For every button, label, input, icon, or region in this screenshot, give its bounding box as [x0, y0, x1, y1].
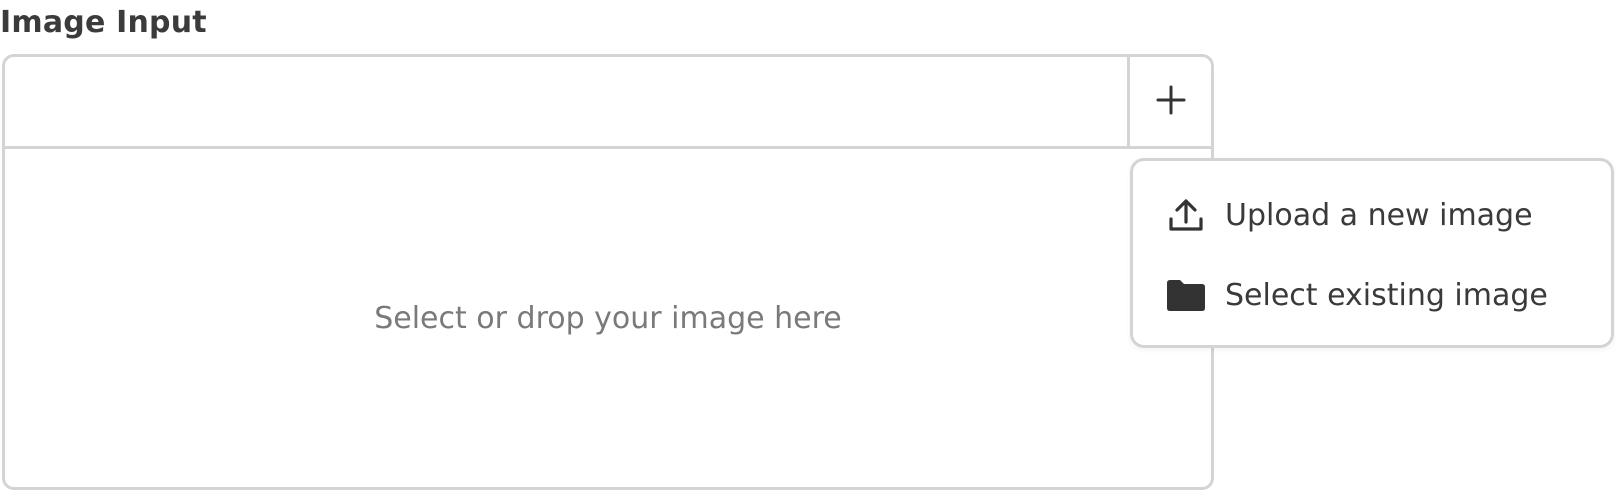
field-label: Image Input [0, 5, 207, 40]
dropzone-text: Select or drop your image here [374, 300, 842, 336]
add-image-button[interactable] [1127, 57, 1211, 146]
plus-icon [1155, 84, 1187, 120]
input-header [5, 57, 1211, 149]
menu-item-upload-label: Upload a new image [1225, 197, 1533, 233]
dropzone[interactable]: Select or drop your image here [5, 149, 1211, 487]
image-input-box[interactable]: Select or drop your image here [2, 54, 1214, 490]
menu-item-select-existing-label: Select existing image [1225, 277, 1548, 313]
menu-item-select-existing[interactable]: Select existing image [1163, 265, 1601, 325]
image-input-widget: Image Input Select or drop your image he… [0, 0, 1616, 494]
add-image-menu: Upload a new image Select existing image [1130, 158, 1614, 348]
menu-item-upload[interactable]: Upload a new image [1163, 185, 1601, 245]
folder-icon [1163, 272, 1209, 318]
upload-icon [1163, 192, 1209, 238]
